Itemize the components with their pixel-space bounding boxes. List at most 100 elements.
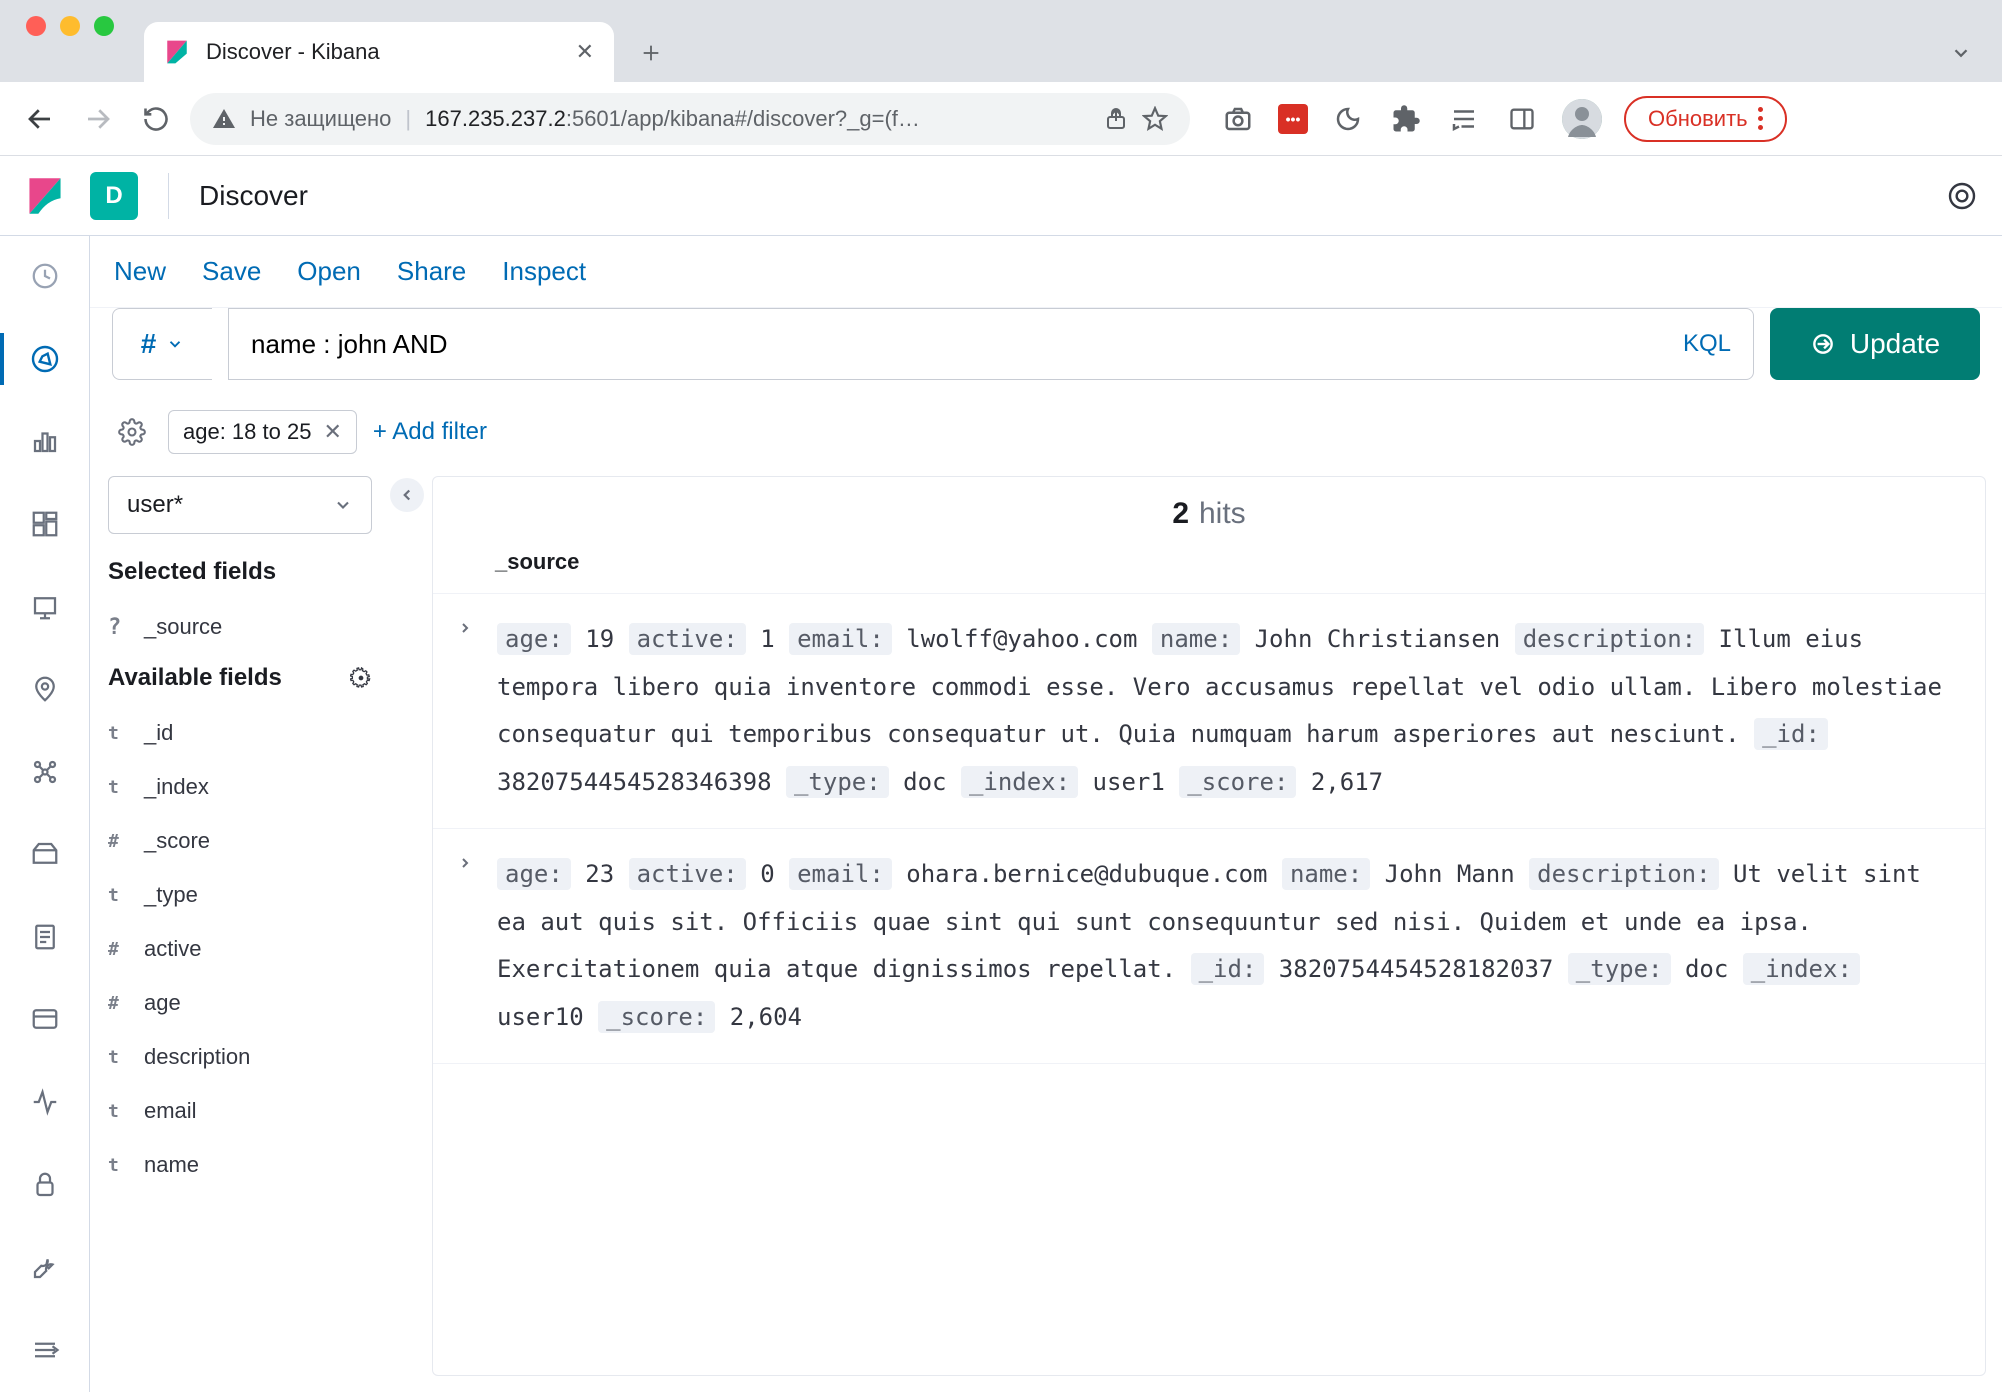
kibana-logo-icon[interactable] bbox=[0, 176, 90, 216]
toolbar-share[interactable]: Share bbox=[397, 256, 466, 287]
filter-pill-age[interactable]: age: 18 to 25 ✕ bbox=[168, 410, 357, 454]
minimize-window-button[interactable] bbox=[60, 16, 80, 36]
nav-apm-icon[interactable] bbox=[21, 997, 69, 1042]
field-item[interactable]: tname bbox=[108, 1138, 372, 1192]
selected-fields-heading: Selected fields bbox=[108, 558, 372, 586]
nav-discover-icon[interactable] bbox=[21, 337, 69, 382]
hits-count: 2hits bbox=[433, 477, 1985, 535]
fields-settings-icon[interactable] bbox=[350, 667, 372, 689]
chevron-down-icon bbox=[333, 495, 353, 515]
browser-tab-title: Discover - Kibana bbox=[206, 39, 560, 65]
field-name: description bbox=[144, 1044, 250, 1070]
side-panel-icon[interactable] bbox=[1504, 101, 1540, 137]
field-type-icon: t bbox=[108, 1101, 130, 1122]
toolbar-new[interactable]: New bbox=[114, 256, 166, 287]
share-icon[interactable] bbox=[1104, 107, 1128, 131]
field-item[interactable]: # _score bbox=[108, 814, 372, 868]
crescent-extension-icon[interactable] bbox=[1330, 101, 1366, 137]
nav-ml-icon[interactable] bbox=[21, 749, 69, 794]
nav-devtools-icon[interactable] bbox=[21, 1245, 69, 1290]
field-name: _type bbox=[144, 882, 198, 908]
field-name: _index bbox=[144, 774, 209, 800]
kibana-favicon-icon bbox=[164, 39, 190, 65]
extension-icons: ••• Обновить bbox=[1220, 96, 1787, 142]
toolbar: New Save Open Share Inspect bbox=[90, 236, 2002, 308]
nav-recent-icon[interactable] bbox=[21, 254, 69, 299]
update-button[interactable]: Update bbox=[1770, 308, 1980, 380]
new-tab-button[interactable] bbox=[626, 28, 676, 78]
field-name: _id bbox=[144, 720, 173, 746]
browser-tab-strip: Discover - Kibana ✕ bbox=[0, 0, 2002, 82]
field-type-icon: # bbox=[108, 831, 130, 852]
field-type-icon: # bbox=[108, 939, 130, 960]
reload-button[interactable] bbox=[132, 95, 180, 143]
nav-maps-icon[interactable] bbox=[21, 667, 69, 712]
nav-visualize-icon[interactable] bbox=[21, 419, 69, 464]
browser-tab[interactable]: Discover - Kibana ✕ bbox=[144, 22, 614, 82]
nav-collapse-icon[interactable] bbox=[21, 1328, 69, 1373]
profile-avatar[interactable] bbox=[1562, 99, 1602, 139]
field-name: _score bbox=[144, 828, 210, 854]
reading-list-icon[interactable] bbox=[1446, 101, 1482, 137]
doc-row: age: 19 active: 1 email: lwolff@yahoo.co… bbox=[433, 594, 1985, 829]
field-type-icon: # bbox=[108, 993, 130, 1014]
not-secure-icon bbox=[212, 107, 236, 131]
nav-uptime-icon[interactable] bbox=[21, 1080, 69, 1125]
toolbar-open[interactable]: Open bbox=[297, 256, 361, 287]
toolbar-inspect[interactable]: Inspect bbox=[502, 256, 586, 287]
nav-infrastructure-icon[interactable] bbox=[21, 832, 69, 877]
filter-options-button[interactable]: # bbox=[112, 308, 212, 380]
nav-dashboard-icon[interactable] bbox=[21, 502, 69, 547]
extensions-puzzle-icon[interactable] bbox=[1388, 101, 1424, 137]
query-language-toggle[interactable]: KQL bbox=[1683, 330, 1731, 358]
bookmark-star-icon[interactable] bbox=[1142, 106, 1168, 132]
doc-source: age: 19 active: 1 email: lwolff@yahoo.co… bbox=[497, 616, 1961, 806]
browser-address-bar: Не защищено | 167.235.237.2:5601/app/kib… bbox=[0, 82, 2002, 156]
field-type-icon: t bbox=[108, 1155, 130, 1176]
expand-doc-icon[interactable] bbox=[457, 616, 477, 806]
camera-extension-icon[interactable] bbox=[1220, 101, 1256, 137]
tab-close-icon[interactable]: ✕ bbox=[576, 39, 594, 65]
column-header-source[interactable]: _source bbox=[433, 535, 1985, 594]
nav-siem-icon[interactable] bbox=[21, 1162, 69, 1207]
tabs-overflow-button[interactable] bbox=[1936, 28, 1986, 78]
field-item[interactable]: ?_source bbox=[108, 600, 372, 654]
maximize-window-button[interactable] bbox=[94, 16, 114, 36]
index-pattern-select[interactable]: user* bbox=[108, 476, 372, 534]
browser-menu-icon bbox=[1758, 107, 1763, 130]
query-input-wrapper[interactable]: KQL bbox=[228, 308, 1754, 380]
field-name: _source bbox=[144, 614, 222, 640]
field-item[interactable]: tdescription bbox=[108, 1030, 372, 1084]
add-filter-button[interactable]: + Add filter bbox=[373, 418, 487, 446]
remove-filter-icon[interactable]: ✕ bbox=[323, 419, 341, 445]
space-switcher[interactable]: D bbox=[90, 172, 138, 220]
toolbar-save[interactable]: Save bbox=[202, 256, 261, 287]
browser-update-button[interactable]: Обновить bbox=[1624, 96, 1787, 142]
forward-button[interactable] bbox=[74, 95, 122, 143]
nav-logs-icon[interactable] bbox=[21, 915, 69, 960]
expand-doc-icon[interactable] bbox=[457, 851, 477, 1041]
field-name: age bbox=[144, 990, 181, 1016]
kibana-sidenav bbox=[0, 236, 90, 1392]
query-input[interactable] bbox=[251, 329, 1683, 360]
field-item[interactable]: # age bbox=[108, 976, 372, 1030]
field-type-icon: t bbox=[108, 723, 130, 744]
field-item[interactable]: t_type bbox=[108, 868, 372, 922]
field-name: active bbox=[144, 936, 201, 962]
field-item[interactable]: # active bbox=[108, 922, 372, 976]
lastpass-extension-icon[interactable]: ••• bbox=[1278, 104, 1308, 134]
field-item[interactable]: t_index bbox=[108, 760, 372, 814]
doc-row: age: 23 active: 0 email: ohara.bernice@d… bbox=[433, 829, 1985, 1064]
filter-bar: age: 18 to 25 ✕ + Add filter bbox=[90, 410, 2002, 472]
field-name: name bbox=[144, 1152, 199, 1178]
url-input[interactable]: Не защищено | 167.235.237.2:5601/app/kib… bbox=[190, 93, 1190, 145]
nav-canvas-icon[interactable] bbox=[21, 584, 69, 629]
collapse-sidebar-button[interactable] bbox=[390, 478, 424, 512]
news-feed-icon[interactable] bbox=[1946, 180, 1978, 212]
back-button[interactable] bbox=[16, 95, 64, 143]
filter-settings-icon[interactable] bbox=[112, 412, 152, 452]
security-label: Не защищено bbox=[250, 106, 391, 132]
close-window-button[interactable] bbox=[26, 16, 46, 36]
field-item[interactable]: temail bbox=[108, 1084, 372, 1138]
field-item[interactable]: t _id bbox=[108, 706, 372, 760]
